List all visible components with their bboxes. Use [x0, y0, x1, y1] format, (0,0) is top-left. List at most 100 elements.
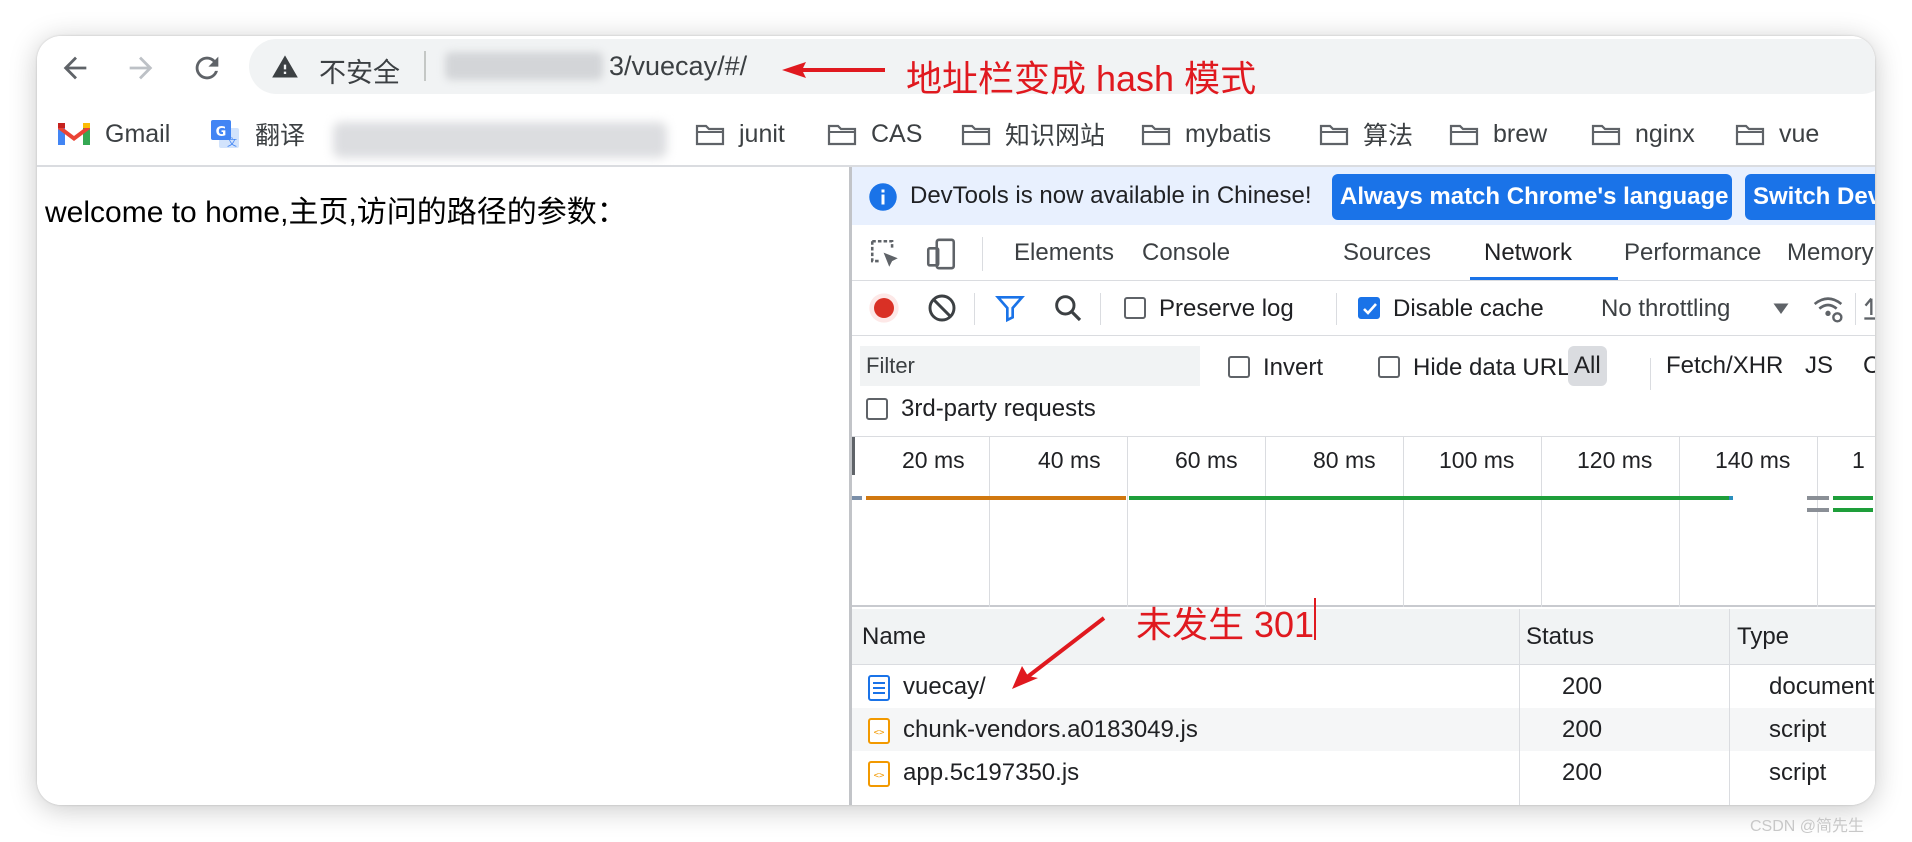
import-icon[interactable]: [1862, 292, 1875, 324]
bookmark-label: CAS: [871, 119, 923, 148]
timeline-tick-label: 80 ms: [1313, 447, 1376, 473]
toolbar-divider: [1100, 293, 1101, 325]
device-toolbar-icon[interactable]: [924, 237, 958, 271]
filter-type-all[interactable]: All: [1568, 346, 1607, 386]
devtools-infobar: DevTools is now available in Chinese! Al…: [852, 167, 1875, 225]
waterfall-bar-queue: [1807, 508, 1829, 512]
table-row[interactable]: <> chunk-vendors.a0183049.js 200 script: [852, 708, 1875, 751]
bookmark-label: junit: [739, 119, 785, 148]
bookmark-mybatis[interactable]: mybatis: [1141, 114, 1271, 154]
toolbar-divider: [1336, 293, 1337, 325]
always-match-language-button[interactable]: Always match Chrome's language: [1332, 174, 1732, 220]
table-row[interactable]: <> app.5c197350.js 200 script: [852, 751, 1875, 794]
column-divider[interactable]: [1519, 609, 1520, 805]
filter-icon[interactable]: [994, 292, 1026, 324]
toolbar-divider: [974, 293, 975, 325]
bookmark-vue[interactable]: vue: [1735, 114, 1819, 154]
tab-sources[interactable]: Sources: [1343, 225, 1431, 281]
disable-cache-checkbox[interactable]: [1358, 297, 1380, 319]
timeline-tick-label: 20 ms: [902, 447, 965, 473]
waterfall-bar-queue: [852, 496, 862, 500]
bookmark-label: mybatis: [1185, 119, 1272, 148]
reload-button[interactable]: [183, 44, 231, 92]
column-header-type[interactable]: Type: [1737, 609, 1789, 665]
record-icon[interactable]: [868, 292, 900, 324]
back-button[interactable]: [51, 44, 99, 92]
hide-data-urls-label: Hide data URLs: [1413, 354, 1583, 381]
timeline-tick-label: 100 ms: [1439, 447, 1515, 473]
document-icon: [868, 675, 890, 701]
filter-divider: [1650, 358, 1651, 390]
timeline-gridline: [1541, 437, 1542, 607]
switch-devtools-language-button[interactable]: Switch Dev: [1745, 174, 1875, 220]
bookmark-translate[interactable]: G 文 翻译: [209, 114, 305, 154]
clear-icon[interactable]: [926, 292, 958, 324]
bookmark-label: vue: [1779, 119, 1820, 148]
annotation-address-note: 地址栏变成 hash 模式: [906, 58, 1257, 99]
timeline-tick-label: 40 ms: [1038, 447, 1101, 473]
search-icon[interactable]: [1052, 292, 1084, 324]
bookmark-knowledge-sites[interactable]: 知识网站: [961, 114, 1105, 154]
preserve-log-label: Preserve log: [1159, 295, 1294, 322]
column-divider[interactable]: [1729, 609, 1730, 805]
bookmark-brew[interactable]: brew: [1449, 114, 1547, 154]
filter-type-fetch-xhr[interactable]: Fetch/XHR: [1660, 346, 1789, 386]
timeline-gridline: [1265, 437, 1266, 607]
arrow-left-icon: [63, 56, 87, 80]
bookmark-junit[interactable]: junit: [695, 114, 785, 154]
annotation-arrow-redirect: [1012, 616, 1106, 689]
tab-elements[interactable]: Elements: [1014, 225, 1114, 281]
row-type: script: [1769, 716, 1827, 743]
folder-icon: [695, 124, 725, 146]
filter-type-js[interactable]: JS: [1799, 346, 1839, 386]
timeline-gridline: [1817, 437, 1818, 607]
toolbar-divider: [1855, 293, 1856, 325]
bookmark-label: brew: [1493, 119, 1548, 148]
folder-icon: [1141, 124, 1171, 146]
invert-checkbox[interactable]: [1228, 356, 1250, 378]
folder-icon: [1591, 124, 1621, 146]
third-party-checkbox[interactable]: [866, 398, 888, 420]
network-overview-timeline: 20 ms 40 ms 60 ms 80 ms 100 ms 120 ms 14…: [852, 437, 1875, 607]
infobar-message: DevTools is now available in Chinese!: [910, 182, 1312, 209]
bookmark-label: 知识网站: [1005, 122, 1106, 150]
timeline-tick-label: 140 ms: [1715, 447, 1791, 473]
bookmark-cas[interactable]: CAS: [827, 114, 922, 154]
bookmark-gmail[interactable]: Gmail: [57, 114, 170, 154]
url-text: 3/vuecay/#/: [609, 51, 748, 81]
timeline-gridline: [1127, 437, 1128, 607]
warning-icon: [272, 55, 298, 78]
tab-console[interactable]: Console: [1142, 225, 1230, 281]
hide-data-urls-checkbox[interactable]: [1378, 356, 1400, 378]
devtools-panel: DevTools is now available in Chinese! Al…: [852, 167, 1875, 805]
inspect-element-icon[interactable]: [868, 237, 902, 271]
network-conditions-icon[interactable]: [1812, 292, 1844, 324]
column-header-name[interactable]: Name: [862, 609, 926, 665]
chevron-down-icon[interactable]: [1772, 299, 1790, 317]
bookmark-algorithms[interactable]: 算法: [1319, 114, 1413, 154]
throttling-select[interactable]: No throttling: [1601, 295, 1730, 323]
waterfall-bar-download: [1833, 496, 1873, 500]
not-secure-label: 不安全: [319, 58, 400, 88]
bookmark-nginx[interactable]: nginx: [1591, 114, 1695, 154]
filter-type-css[interactable]: CSS: [1857, 346, 1875, 386]
bookmark-label: nginx: [1635, 119, 1695, 148]
timeline-tick-label: 1: [1852, 447, 1865, 473]
forward-button[interactable]: [117, 44, 165, 92]
translate-icon: G 文: [211, 120, 239, 149]
waterfall-bar-queue: [1807, 496, 1829, 500]
waterfall-bar-download: [1833, 508, 1873, 512]
svg-text:<>: <>: [874, 728, 885, 738]
preserve-log-checkbox[interactable]: [1124, 297, 1146, 319]
tab-network[interactable]: Network: [1484, 225, 1572, 281]
browser-window: 不安全 3/vuecay/#/ Gmail G 文 翻译 junit CAS 知…: [37, 36, 1875, 805]
filter-input[interactable]: [860, 346, 1200, 386]
column-header-status[interactable]: Status: [1526, 609, 1594, 665]
tab-memory[interactable]: Memory: [1787, 225, 1874, 281]
bookmark-label: 翻译: [255, 122, 306, 150]
timeline-gridline: [1403, 437, 1404, 607]
row-type: document: [1769, 673, 1875, 700]
waterfall-bar-waiting: [866, 496, 1126, 500]
tab-performance[interactable]: Performance: [1624, 225, 1761, 281]
row-name: app.5c197350.js: [903, 759, 1080, 786]
